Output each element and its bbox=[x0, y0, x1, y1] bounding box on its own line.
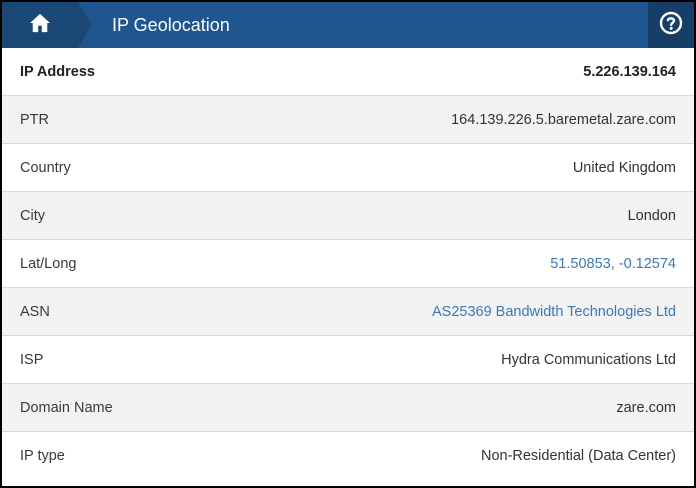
row-lat-long: Lat/Long 51.50853, -0.12574 bbox=[2, 240, 694, 288]
help-button[interactable] bbox=[648, 2, 694, 48]
row-ip-address: IP Address 5.226.139.164 bbox=[2, 48, 694, 96]
row-value: zare.com bbox=[616, 399, 676, 416]
row-ptr: PTR 164.139.226.5.baremetal.zare.com bbox=[2, 96, 694, 144]
row-value: United Kingdom bbox=[572, 159, 676, 176]
ip-geolocation-panel: IP Geolocation IP Address 5.226.139.164 … bbox=[0, 0, 696, 488]
home-button[interactable] bbox=[2, 2, 92, 48]
question-circle-icon bbox=[659, 11, 683, 40]
page-title: IP Geolocation bbox=[112, 14, 230, 35]
row-label: IP Address bbox=[20, 63, 95, 80]
row-label: Domain Name bbox=[20, 399, 113, 416]
row-isp: ISP Hydra Communications Ltd bbox=[2, 336, 694, 384]
row-label: ASN bbox=[20, 303, 50, 320]
row-label: Country bbox=[20, 159, 71, 176]
lat-long-link[interactable]: 51.50853, -0.12574 bbox=[550, 256, 676, 272]
home-icon bbox=[29, 13, 51, 38]
row-label: City bbox=[20, 207, 45, 224]
row-ip-type: IP type Non-Residential (Data Center) bbox=[2, 432, 694, 479]
row-value: Non-Residential (Data Center) bbox=[480, 447, 676, 464]
details-table: IP Address 5.226.139.164 PTR 164.139.226… bbox=[2, 48, 694, 479]
row-value: 5.226.139.164 bbox=[583, 63, 676, 80]
row-value: 164.139.226.5.baremetal.zare.com bbox=[451, 111, 676, 128]
row-label: PTR bbox=[20, 111, 49, 128]
row-label: Lat/Long bbox=[20, 255, 77, 272]
row-value: London bbox=[627, 207, 676, 224]
row-label: ISP bbox=[20, 351, 44, 368]
panel-header: IP Geolocation bbox=[2, 2, 694, 48]
row-domain-name: Domain Name zare.com bbox=[2, 384, 694, 432]
row-value: Hydra Communications Ltd bbox=[501, 351, 676, 368]
row-asn: ASN AS25369 Bandwidth Technologies Ltd bbox=[2, 288, 694, 336]
row-label: IP type bbox=[20, 447, 65, 464]
asn-link[interactable]: AS25369 Bandwidth Technologies Ltd bbox=[432, 304, 676, 320]
row-country: Country United Kingdom bbox=[2, 144, 694, 192]
row-city: City London bbox=[2, 192, 694, 240]
